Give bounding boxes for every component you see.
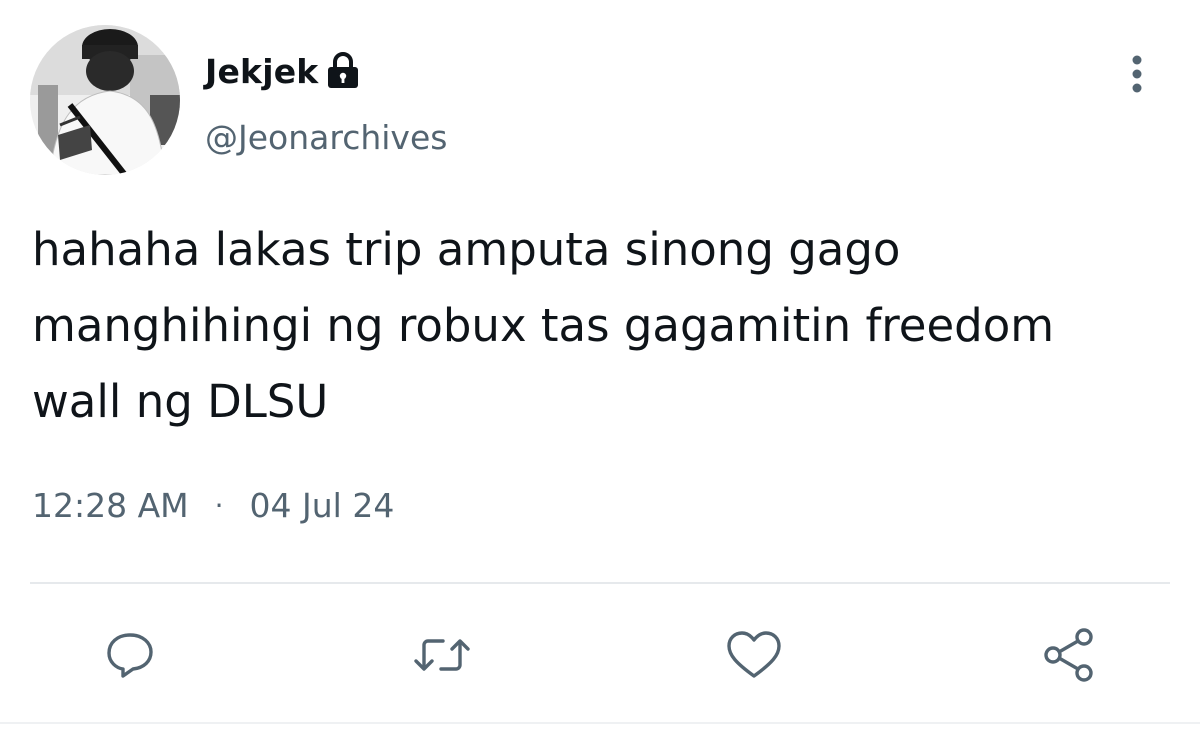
- tweet-text: hahaha lakas trip amputa sinong gago man…: [32, 223, 1055, 428]
- tweet-timestamp: 12:28 AM · 04 Jul 24: [32, 486, 394, 525]
- separator-dot: ·: [214, 489, 224, 522]
- more-vertical-icon[interactable]: [1124, 52, 1150, 96]
- avatar-photo: [30, 25, 180, 175]
- share-icon: [1044, 628, 1093, 682]
- reply-icon: [107, 633, 153, 678]
- retweet-button[interactable]: [412, 625, 472, 685]
- lock-icon: [326, 52, 360, 90]
- author-name-row: Jekjek: [205, 48, 360, 94]
- retweet-icon: [414, 639, 470, 671]
- tweet-date[interactable]: 04 Jul 24: [250, 486, 395, 525]
- reply-button[interactable]: [100, 625, 160, 685]
- tweet-card: Jekjek @Jeonarchives hahaha lakas trip a…: [0, 0, 1200, 743]
- avatar[interactable]: [30, 25, 180, 175]
- heart-icon: [727, 631, 781, 678]
- like-button[interactable]: [724, 625, 784, 685]
- share-button[interactable]: [1040, 625, 1100, 685]
- display-name[interactable]: Jekjek: [205, 52, 318, 91]
- user-handle[interactable]: @Jeonarchives: [205, 118, 447, 157]
- divider: [30, 582, 1170, 584]
- bottom-divider: [0, 722, 1200, 724]
- tweet-time[interactable]: 12:28 AM: [32, 486, 189, 525]
